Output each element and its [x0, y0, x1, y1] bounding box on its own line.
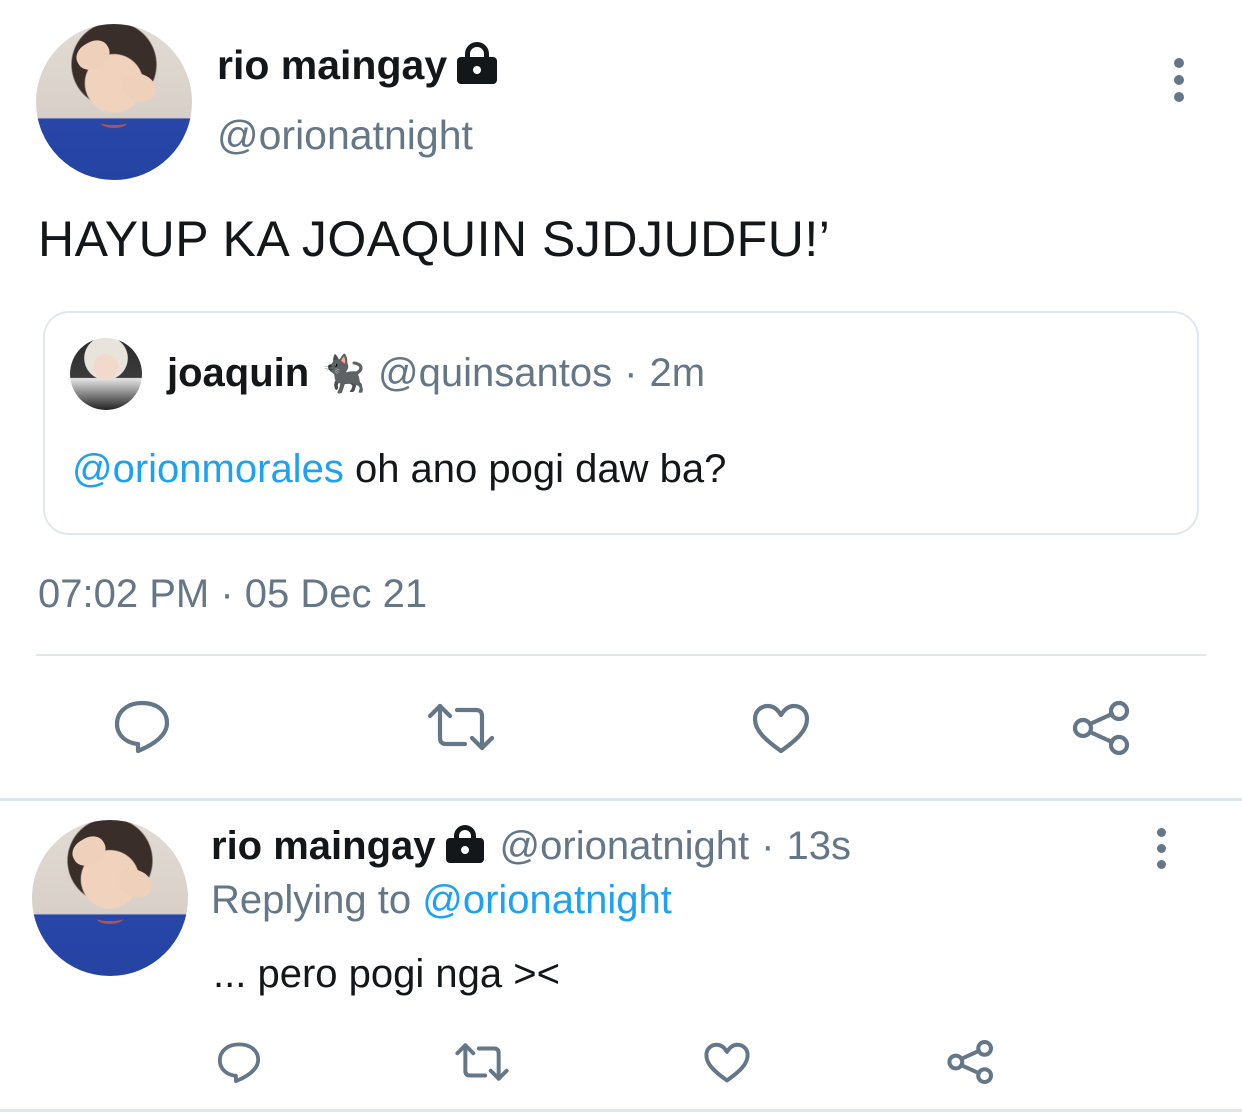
- like-icon[interactable]: [704, 1042, 750, 1084]
- quoted-time: 2m: [649, 351, 706, 395]
- divider: [0, 1109, 1242, 1112]
- more-options-icon[interactable]: [1171, 58, 1187, 102]
- reply-icon[interactable]: [216, 1040, 262, 1084]
- replying-mention-link[interactable]: @orionatnight: [422, 878, 672, 922]
- quoted-tweet-card[interactable]: joaquin 🐈‍⬛ @quinsantos · 2m @orionmoral…: [43, 311, 1199, 535]
- avatar-detail: [71, 35, 115, 75]
- avatar-detail: [114, 864, 156, 902]
- reply-header: rio maingay @orionatnight · 13s: [211, 824, 851, 869]
- replying-to: Replying to @orionatnight: [211, 878, 672, 923]
- black-cat-emoji-icon: 🐈‍⬛: [321, 352, 367, 394]
- avatar-detail: [118, 68, 160, 106]
- quoted-tweet-text: @orionmorales oh ano pogi daw ba?: [72, 447, 726, 492]
- like-icon[interactable]: [752, 703, 810, 755]
- retweet-icon[interactable]: [427, 702, 495, 752]
- share-icon[interactable]: [1072, 700, 1132, 756]
- reply-text: ... pero pogi nga ><: [213, 952, 560, 996]
- tweet-timestamp[interactable]: 07:02 PM · 05 Dec 21: [38, 572, 427, 617]
- more-options-icon[interactable]: [1153, 828, 1169, 869]
- reply-handle[interactable]: @orionatnight: [500, 824, 750, 869]
- reply-tweet[interactable]: rio maingay @orionatnight · 13s Replying to…: [0, 800, 1242, 1113]
- avatar[interactable]: [32, 820, 188, 976]
- quoted-display-name: joaquin: [167, 351, 310, 395]
- quoted-avatar[interactable]: [70, 338, 142, 410]
- display-name-text[interactable]: rio maingay: [217, 42, 447, 88]
- retweet-icon[interactable]: [455, 1042, 509, 1082]
- avatar[interactable]: [36, 24, 192, 180]
- separator: ·: [761, 824, 775, 868]
- tweet-text: HAYUP KA JOAQUIN SJDJUDFU!’: [38, 211, 831, 267]
- user-handle[interactable]: @orionatnight: [217, 112, 473, 159]
- mention-link[interactable]: @orionmorales: [72, 447, 344, 491]
- quoted-handle: @quinsantos: [378, 351, 613, 395]
- user-name[interactable]: rio maingay: [217, 42, 498, 89]
- reply-time[interactable]: 13s: [787, 824, 852, 869]
- quoted-body: oh ano pogi daw ba?: [343, 447, 727, 491]
- reply-icon[interactable]: [112, 698, 172, 754]
- separator: ·: [624, 351, 638, 395]
- share-icon[interactable]: [947, 1039, 995, 1085]
- avatar-detail: [101, 118, 127, 128]
- divider: [36, 654, 1206, 656]
- reply-display-name[interactable]: rio maingay: [211, 824, 436, 869]
- avatar-detail: [97, 914, 123, 924]
- avatar-detail: [67, 831, 111, 871]
- lock-icon: [457, 42, 498, 85]
- quoted-tweet-header: joaquin 🐈‍⬛ @quinsantos · 2m: [167, 351, 705, 396]
- main-tweet[interactable]: rio maingay @orionatnight HAYUP KA JOAQU…: [0, 0, 1242, 801]
- lock-icon: [445, 824, 484, 863]
- replying-label: Replying to: [211, 878, 423, 922]
